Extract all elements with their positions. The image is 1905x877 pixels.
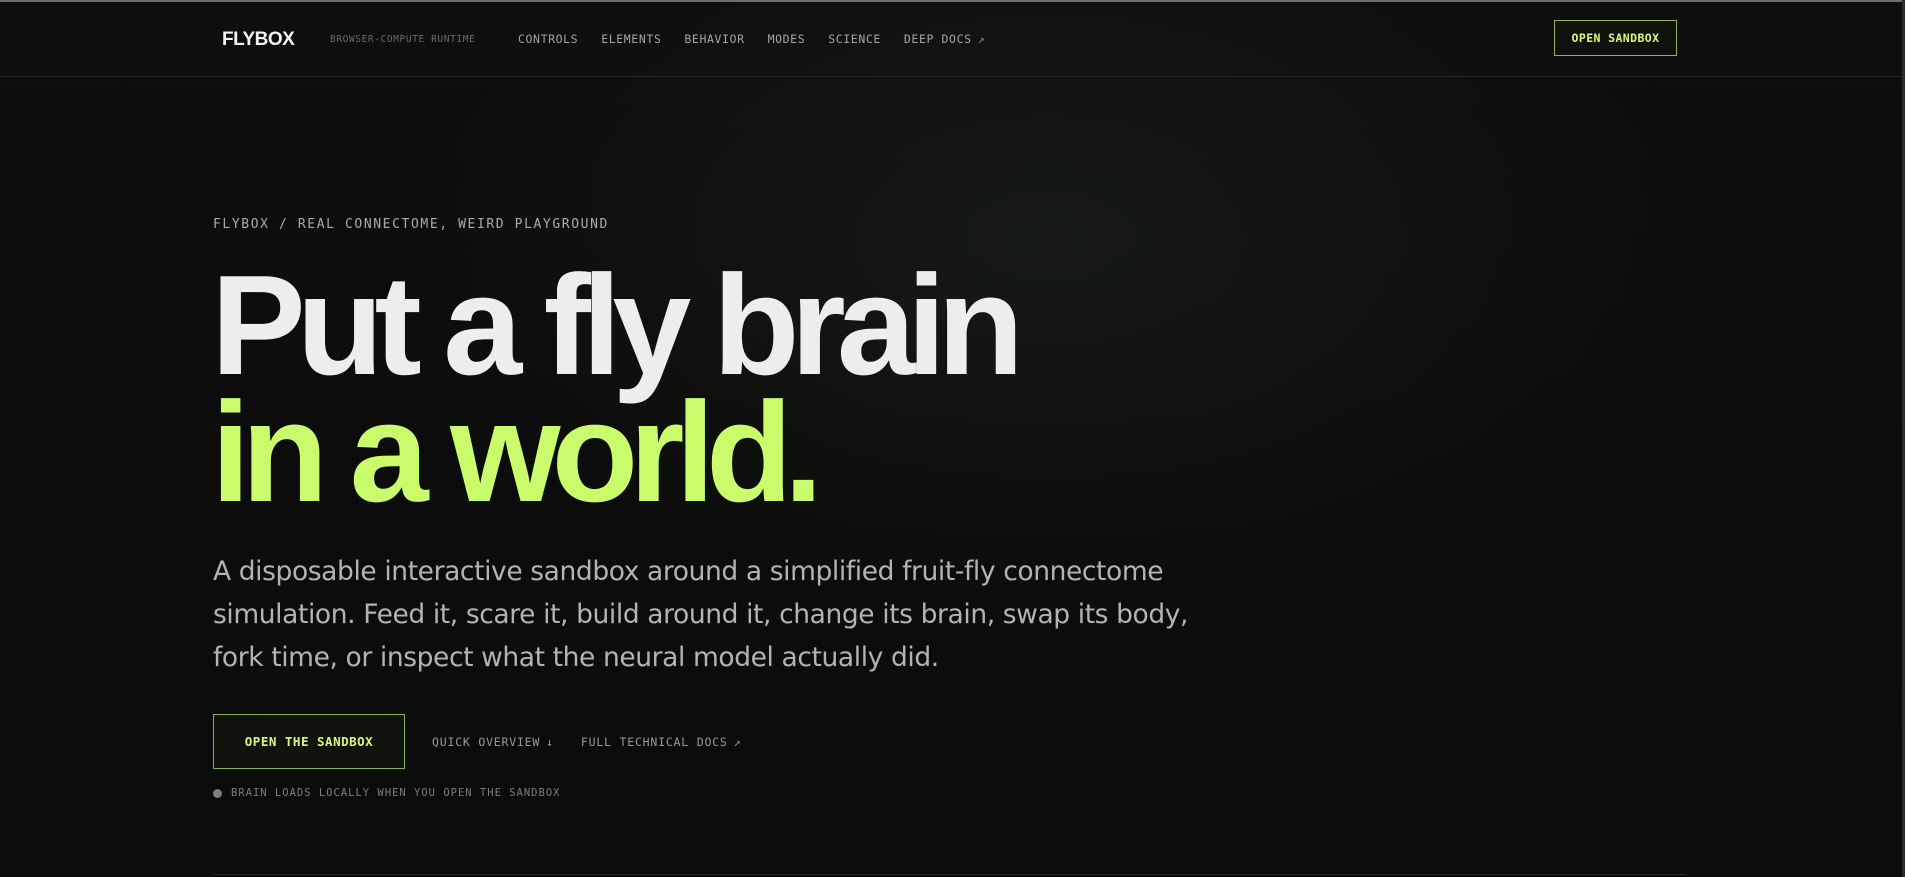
headline-line-2: in a world. [211, 373, 823, 532]
arrow-down-icon: ↓ [546, 734, 554, 749]
logo[interactable]: FLYBOX [222, 29, 295, 51]
full-technical-docs-link[interactable]: FULL TECHNICAL DOCS ↗ [581, 735, 741, 749]
nav-link-deep-docs[interactable]: DEEP DOCS ↗ [904, 32, 985, 46]
nav-link-science[interactable]: SCIENCE [828, 32, 881, 46]
tagline: BROWSER-COMPUTE RUNTIME [330, 34, 476, 45]
hero-description: A disposable interactive sandbox around … [213, 556, 1189, 673]
nav-link-behavior[interactable]: BEHAVIOR [684, 32, 744, 46]
open-the-sandbox-button[interactable]: OPEN THE SANDBOX [213, 714, 405, 769]
section-divider [213, 874, 1687, 875]
quick-overview-link[interactable]: QUICK OVERVIEW ↓ [432, 735, 554, 749]
headline-line-1: Put a fly brain [211, 246, 1024, 405]
top-navigation: FLYBOX BROWSER-COMPUTE RUNTIME CONTROLS … [0, 2, 1902, 77]
external-link-icon: ↗ [977, 32, 986, 46]
external-link-icon: ↗ [733, 734, 742, 749]
full-technical-docs-label: FULL TECHNICAL DOCS [580, 734, 728, 749]
hero-eyebrow: FLYBOX / REAL CONNECTOME, WEIRD PLAYGROU… [213, 217, 609, 232]
open-sandbox-button[interactable]: OPEN SANDBOX [1554, 20, 1677, 56]
status-text: BRAIN LOADS LOCALLY WHEN YOU OPEN THE SA… [231, 787, 561, 799]
hero-actions: OPEN THE SANDBOX QUICK OVERVIEW ↓ FULL TE… [213, 714, 768, 769]
nav-links: CONTROLS ELEMENTS BEHAVIOR MODES SCIENCE… [518, 32, 1008, 46]
nav-link-modes[interactable]: MODES [768, 32, 806, 46]
hero-headline: Put a fly brain in a world. [211, 246, 1024, 532]
nav-link-controls[interactable]: CONTROLS [518, 32, 578, 46]
status-dot-icon [213, 788, 222, 798]
nav-link-elements[interactable]: ELEMENTS [601, 32, 661, 46]
quick-overview-label: QUICK OVERVIEW [432, 734, 541, 749]
nav-link-deep-docs-label: DEEP DOCS [903, 32, 972, 46]
brain-status: BRAIN LOADS LOCALLY WHEN YOU OPEN THE SA… [213, 787, 560, 799]
page: FLYBOX BROWSER-COMPUTE RUNTIME CONTROLS … [0, 0, 1905, 877]
